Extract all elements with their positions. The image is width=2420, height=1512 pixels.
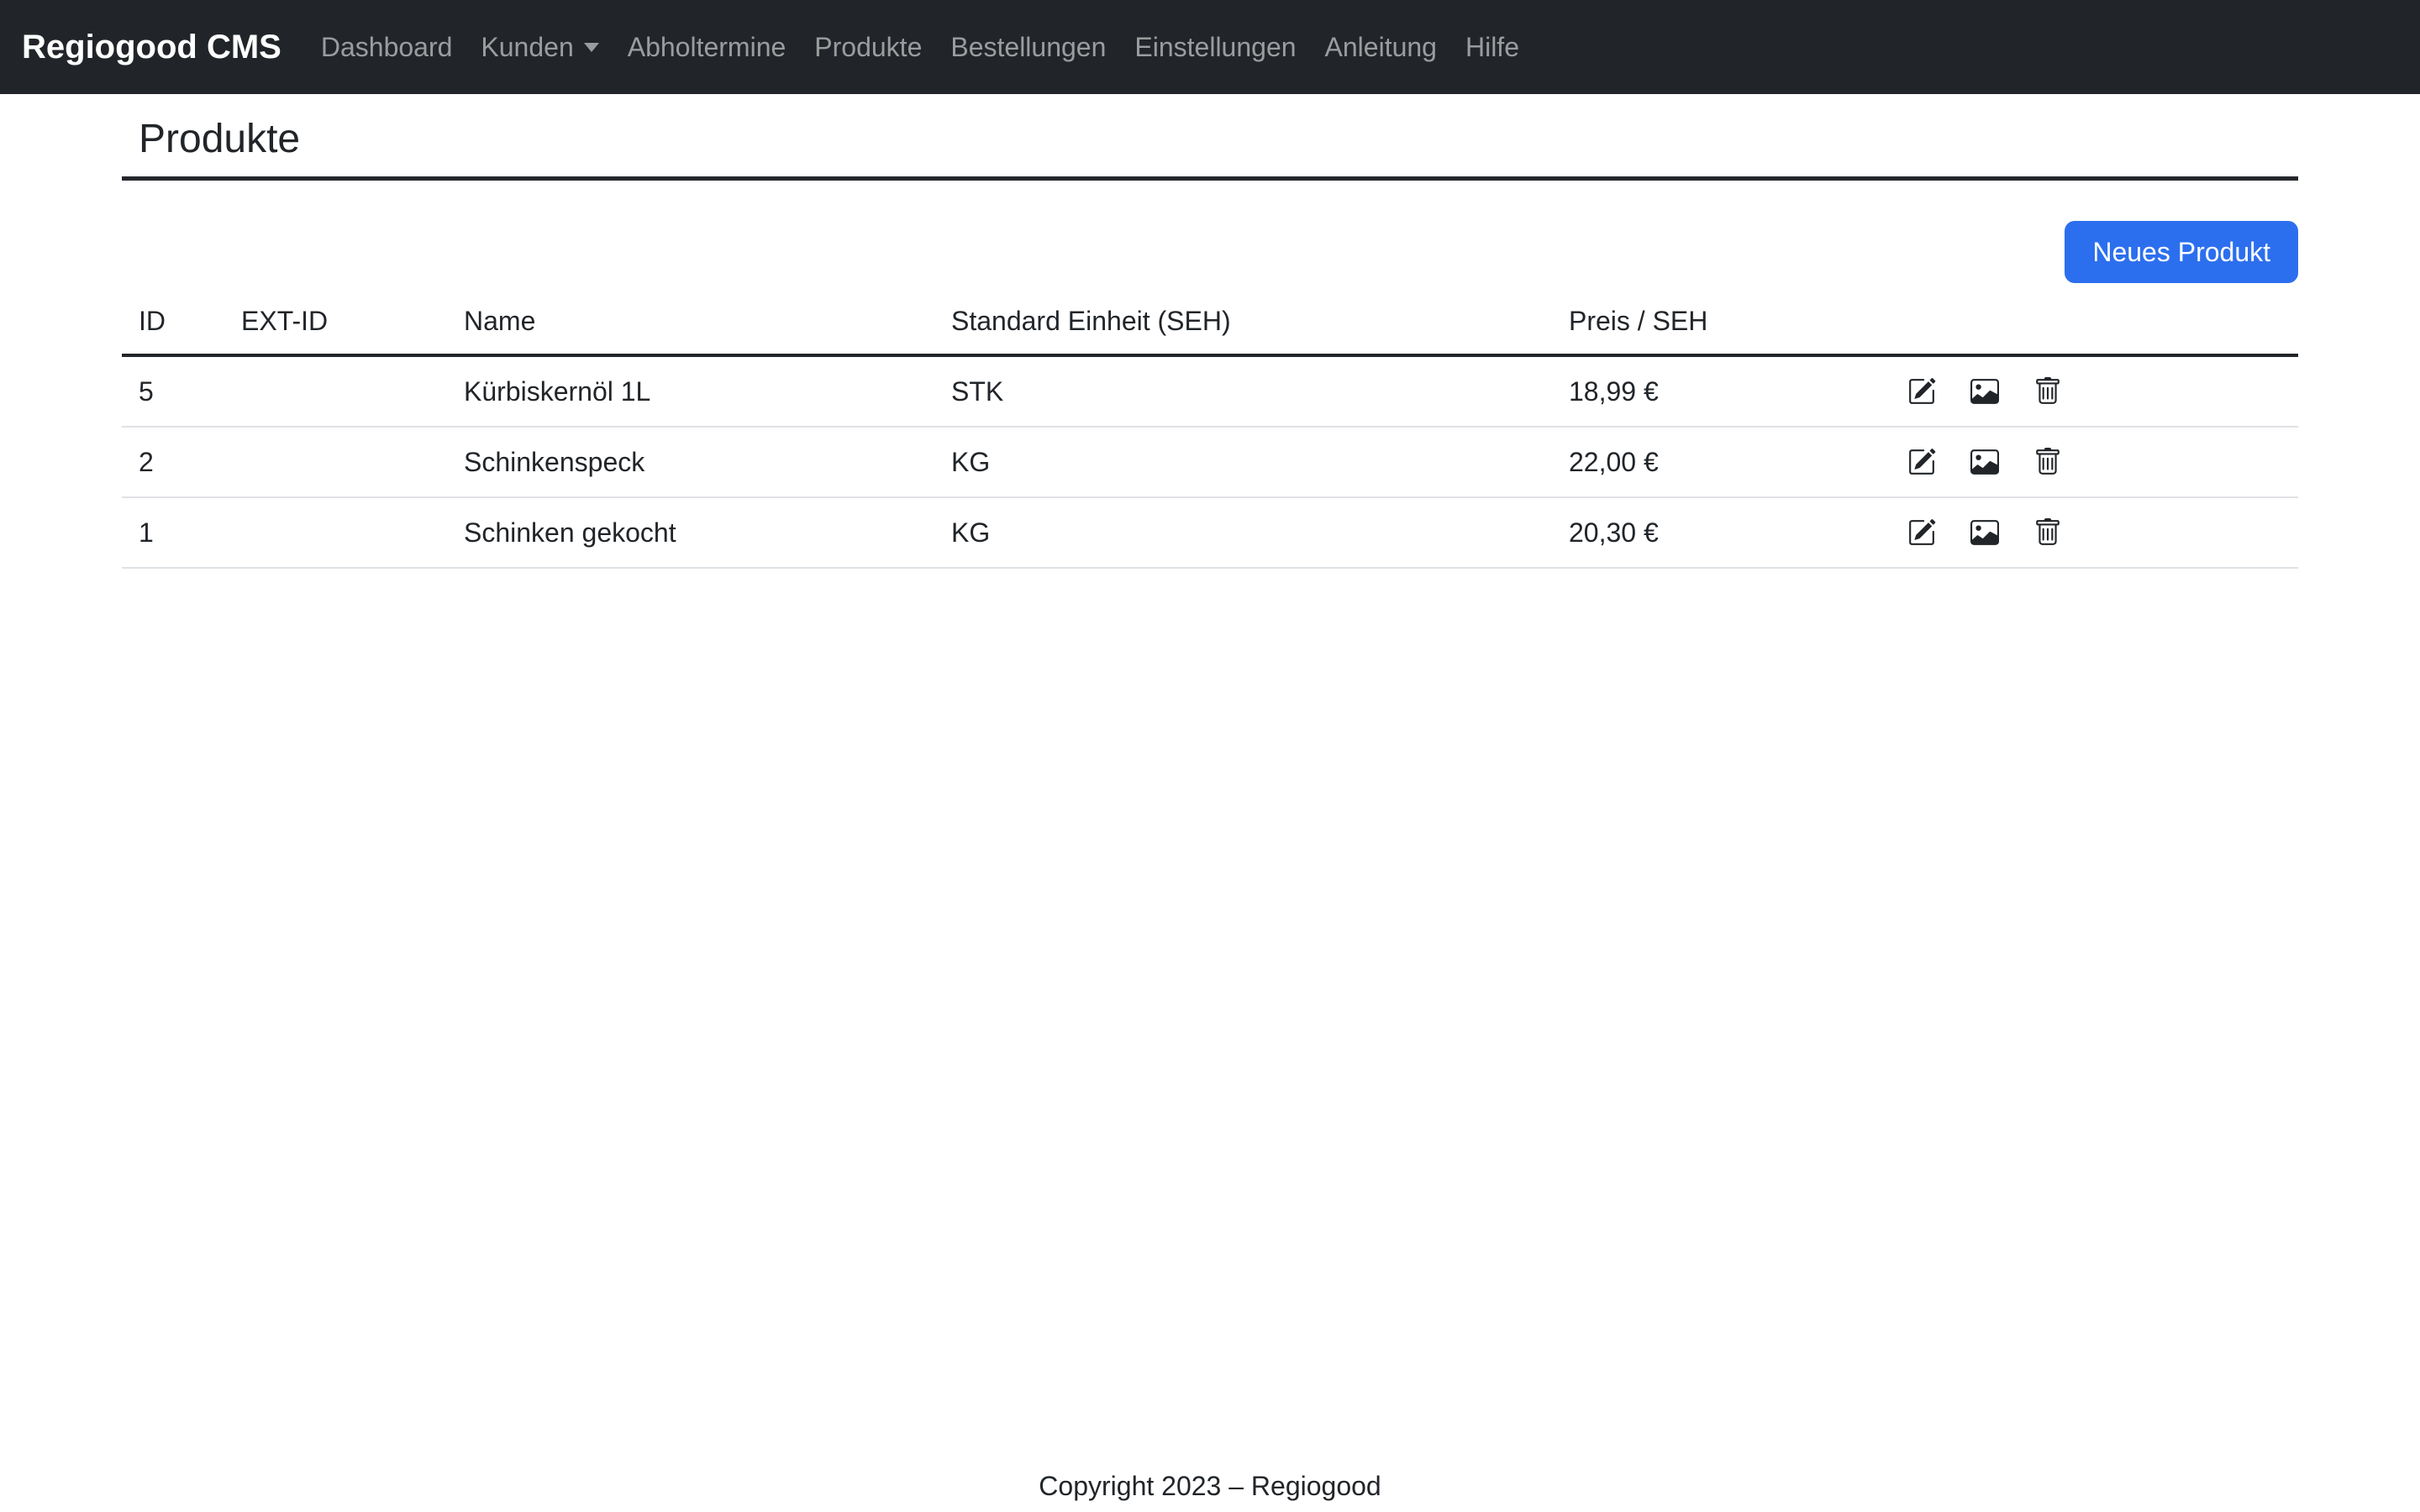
page-title: Produkte [122, 116, 2298, 163]
delete-button[interactable] [2033, 377, 2062, 406]
nav-item-einstellungen: Einstellungen [1120, 32, 1310, 63]
nav-link-dashboard[interactable]: Dashboard [307, 32, 467, 63]
nav-list: Dashboard Kunden Abholtermine Produkte Beste… [307, 32, 1534, 63]
nav-link-label: Produkte [814, 32, 922, 63]
nav-link-anleitung[interactable]: Anleitung [1311, 32, 1451, 63]
nav-link-label: Einstellungen [1134, 32, 1296, 63]
delete-button[interactable] [2033, 518, 2062, 547]
edit-icon [1907, 377, 1936, 406]
edit-button[interactable] [1907, 448, 1936, 476]
row-actions [1907, 448, 2298, 476]
row-actions [1907, 518, 2298, 547]
cell-id: 2 [122, 427, 224, 497]
products-table: IDEXT-IDNameStandard Einheit (SEH)Preis … [122, 288, 2298, 569]
cell-ext-id [224, 497, 447, 568]
nav-link-kunden[interactable]: Kunden [466, 32, 613, 63]
cell-id: 5 [122, 355, 224, 427]
footer: Copyright 2023 – Regiogood [0, 1471, 2420, 1502]
column-header-ext-id: EXT-ID [224, 288, 447, 355]
brand-logo[interactable]: Regiogood CMS [22, 29, 281, 66]
table-body: 5 Kürbiskernöl 1L STK 18,99 € 2 Schinken… [122, 355, 2298, 568]
cell-name: Schinken gekocht [447, 497, 934, 568]
nav-link-label: Dashboard [321, 32, 453, 63]
trash-icon [2033, 518, 2062, 547]
nav-link-einstellungen[interactable]: Einstellungen [1120, 32, 1310, 63]
nav-item-bestellungen: Bestellungen [936, 32, 1120, 63]
image-button[interactable] [1970, 448, 1999, 476]
image-button[interactable] [1970, 377, 1999, 406]
cell-unit: KG [934, 497, 1552, 568]
table-row: 2 Schinkenspeck KG 22,00 € [122, 427, 2298, 497]
main-content: Produkte Neues Produkt IDEXT-IDNameStand… [122, 116, 2298, 569]
trash-icon [2033, 448, 2062, 476]
nav-link-label: Hilfe [1465, 32, 1519, 63]
nav-link-label: Kunden [481, 32, 573, 63]
nav-link-hilfe[interactable]: Hilfe [1451, 32, 1534, 63]
navbar: Regiogood CMS Dashboard Kunden Abholtermin… [0, 0, 2420, 94]
column-header-name: Name [447, 288, 934, 355]
column-header-id: ID [122, 288, 224, 355]
cell-actions [1891, 497, 2298, 568]
column-header-preis-seh: Preis / SEH [1552, 288, 1891, 355]
new-product-button[interactable]: Neues Produkt [2065, 221, 2298, 283]
cell-ext-id [224, 355, 447, 427]
image-icon [1970, 448, 1999, 476]
table-header-row: IDEXT-IDNameStandard Einheit (SEH)Preis … [122, 288, 2298, 355]
edit-icon [1907, 448, 1936, 476]
delete-button[interactable] [2033, 448, 2062, 476]
nav-link-label: Bestellungen [950, 32, 1106, 63]
cell-ext-id [224, 427, 447, 497]
nav-item-kunden: Kunden [466, 32, 613, 63]
cell-id: 1 [122, 497, 224, 568]
nav-item-produkte: Produkte [800, 32, 936, 63]
trash-icon [2033, 377, 2062, 406]
cell-unit: KG [934, 427, 1552, 497]
nav-item-anleitung: Anleitung [1311, 32, 1451, 63]
cell-price: 20,30 € [1552, 497, 1891, 568]
nav-link-abholtermine[interactable]: Abholtermine [613, 32, 801, 63]
cell-unit: STK [934, 355, 1552, 427]
cell-name: Kürbiskernöl 1L [447, 355, 934, 427]
image-icon [1970, 377, 1999, 406]
image-button[interactable] [1970, 518, 1999, 547]
edit-button[interactable] [1907, 518, 1936, 547]
table-row: 1 Schinken gekocht KG 20,30 € [122, 497, 2298, 568]
nav-link-label: Anleitung [1325, 32, 1437, 63]
copyright-text: Copyright 2023 – Regiogood [1039, 1471, 1381, 1501]
toolbar: Neues Produkt [122, 221, 2298, 283]
edit-icon [1907, 518, 1936, 547]
cell-actions [1891, 427, 2298, 497]
nav-item-dashboard: Dashboard [307, 32, 467, 63]
table-header: IDEXT-IDNameStandard Einheit (SEH)Preis … [122, 288, 2298, 355]
column-header-standard-einheit-seh-: Standard Einheit (SEH) [934, 288, 1552, 355]
nav-link-label: Abholtermine [628, 32, 786, 63]
row-actions [1907, 377, 2298, 406]
cell-price: 22,00 € [1552, 427, 1891, 497]
edit-button[interactable] [1907, 377, 1936, 406]
nav-link-produkte[interactable]: Produkte [800, 32, 936, 63]
image-icon [1970, 518, 1999, 547]
table-row: 5 Kürbiskernöl 1L STK 18,99 € [122, 355, 2298, 427]
nav-item-hilfe: Hilfe [1451, 32, 1534, 63]
title-divider [122, 176, 2298, 181]
nav-item-abholtermine: Abholtermine [613, 32, 801, 63]
cell-price: 18,99 € [1552, 355, 1891, 427]
nav-link-bestellungen[interactable]: Bestellungen [936, 32, 1120, 63]
column-header-actions [1891, 288, 2298, 355]
cell-name: Schinkenspeck [447, 427, 934, 497]
cell-actions [1891, 355, 2298, 427]
chevron-down-icon [584, 43, 599, 52]
